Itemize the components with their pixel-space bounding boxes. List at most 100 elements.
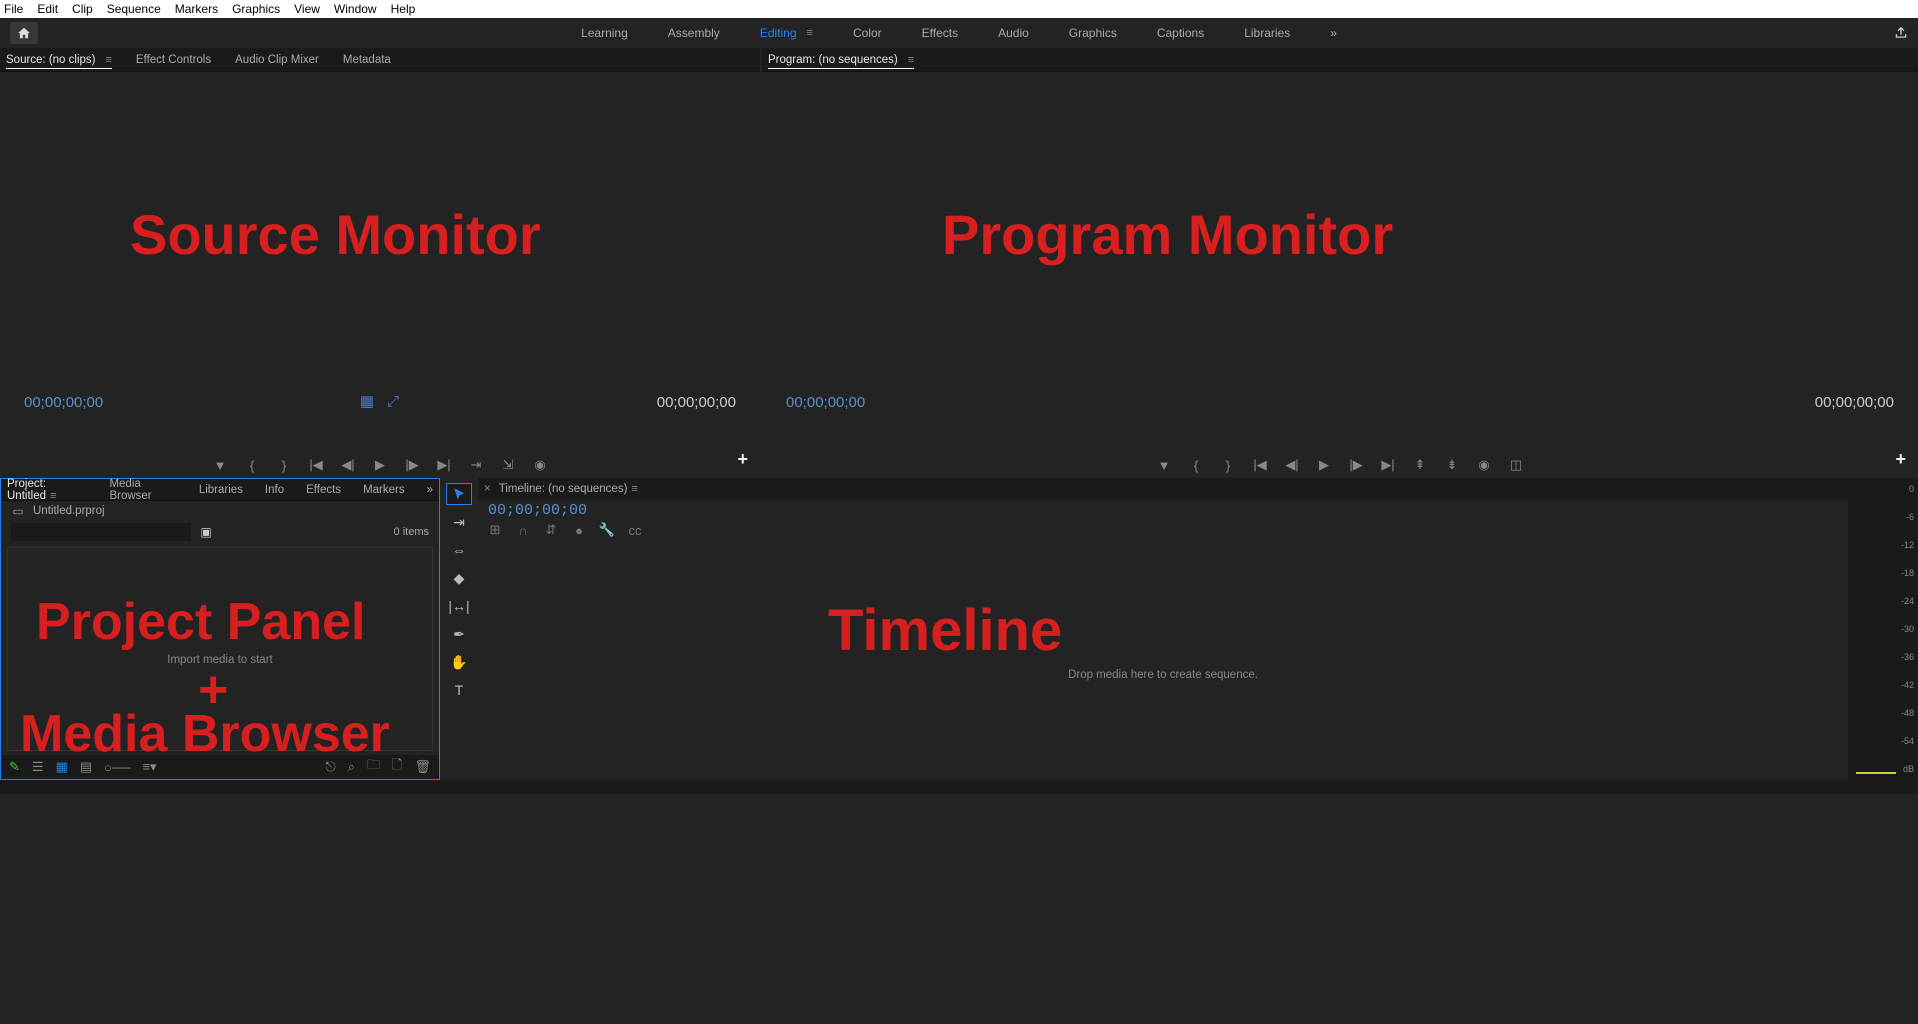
menu-view[interactable]: View (294, 2, 320, 16)
p-lift-icon[interactable]: ⇞ (1413, 458, 1427, 472)
p-play-icon[interactable]: ▶ (1317, 458, 1331, 472)
workspace-overflow[interactable]: » (1330, 26, 1337, 40)
source-settings-icon[interactable]: ▦ (360, 394, 374, 408)
tl-settings-icon[interactable]: 🔧 (600, 523, 614, 537)
selection-tool[interactable] (447, 484, 471, 504)
program-add-button[interactable]: + (1895, 449, 1906, 470)
p-compare-icon[interactable]: ◫ (1509, 458, 1523, 472)
project-search-input[interactable] (11, 523, 191, 541)
p-mark-out-icon[interactable]: } (1221, 458, 1235, 472)
bin-icon: ▭ (11, 504, 25, 518)
tl-linked-sel-icon[interactable]: ⇵ (544, 523, 558, 537)
add-marker-icon[interactable]: ▼ (213, 458, 227, 472)
menu-markers[interactable]: Markers (175, 2, 218, 16)
annotation-timeline: Timeline (828, 597, 1062, 664)
new-item-icon[interactable]: 🗋 (392, 756, 402, 778)
workspace-effects[interactable]: Effects (922, 26, 958, 40)
mark-in-icon[interactable]: { (245, 458, 259, 472)
tab-source[interactable]: Source: (no clips) (6, 54, 112, 69)
workspace-libraries[interactable]: Libraries (1244, 26, 1290, 40)
tl-snap-icon[interactable]: ∩ (516, 523, 530, 537)
timeline-timecode[interactable]: 00;00;00;00 (478, 500, 1848, 521)
tab-metadata[interactable]: Metadata (343, 54, 391, 66)
workspace-audio[interactable]: Audio (998, 26, 1029, 40)
tab-effect-controls[interactable]: Effect Controls (136, 54, 211, 66)
timeline-drop-hint: Drop media here to create sequence. (478, 669, 1848, 681)
track-select-tool[interactable]: ⇥ (447, 512, 471, 532)
tl-marker-icon[interactable]: ● (572, 523, 586, 537)
meter-tick: dB (1901, 764, 1914, 774)
workspace-graphics[interactable]: Graphics (1069, 26, 1117, 40)
project-writable-icon[interactable]: ✎ (9, 759, 20, 775)
source-add-button[interactable]: + (737, 449, 748, 470)
meter-tick: -48 (1901, 708, 1914, 718)
tab-program[interactable]: Program: (no sequences) (768, 54, 914, 69)
ripple-edit-tool[interactable]: ⇔ (447, 540, 471, 560)
overwrite-icon[interactable]: ⇲ (501, 458, 515, 472)
project-tabs: Project: Untitled Media Browser Librarie… (1, 479, 439, 501)
p-mark-in-icon[interactable]: { (1189, 458, 1203, 472)
menu-graphics[interactable]: Graphics (232, 2, 280, 16)
go-to-out-icon[interactable]: ▶| (437, 458, 451, 472)
home-button[interactable] (10, 22, 38, 44)
project-body[interactable]: Project Panel Import media to start + Me… (7, 547, 433, 751)
razor-tool[interactable]: ◆ (447, 568, 471, 588)
tl-seq-nest-icon[interactable]: ⊞ (488, 523, 502, 537)
workspace-learning[interactable]: Learning (581, 26, 628, 40)
hand-tool[interactable]: ✋ (447, 652, 471, 672)
menu-window[interactable]: Window (334, 2, 377, 16)
program-monitor-body: Program Monitor 00;00;00;00 00;00;00;00 … (762, 72, 1918, 478)
tab-libraries[interactable]: Libraries (199, 484, 243, 496)
menu-sequence[interactable]: Sequence (107, 2, 161, 16)
p-go-to-in-icon[interactable]: |◀ (1253, 458, 1267, 472)
p-add-marker-icon[interactable]: ▼ (1157, 458, 1171, 472)
go-to-in-icon[interactable]: |◀ (309, 458, 323, 472)
project-file-row: ▭ Untitled.prproj (1, 501, 439, 521)
project-tabs-overflow[interactable]: » (427, 484, 433, 496)
timeline-body[interactable]: Timeline Drop media here to create seque… (478, 539, 1848, 780)
new-bin-from-search-icon[interactable]: ▣ (199, 525, 213, 539)
program-tc-left[interactable]: 00;00;00;00 (786, 394, 865, 411)
tab-timeline[interactable]: Timeline: (no sequences) (499, 483, 638, 495)
workspace-assembly[interactable]: Assembly (668, 26, 720, 40)
p-go-to-out-icon[interactable]: ▶| (1381, 458, 1395, 472)
workspace-color[interactable]: Color (853, 26, 882, 40)
delete-icon[interactable]: 🗑 (414, 759, 431, 775)
share-icon[interactable] (1894, 26, 1908, 40)
insert-icon[interactable]: ⇥ (469, 458, 483, 472)
export-frame-icon[interactable]: ◉ (533, 458, 547, 472)
tab-markers[interactable]: Markers (363, 484, 405, 496)
p-export-frame-icon[interactable]: ◉ (1477, 458, 1491, 472)
tab-effects[interactable]: Effects (306, 484, 341, 496)
tl-captions-icon[interactable]: cc (628, 523, 642, 537)
menu-edit[interactable]: Edit (37, 2, 58, 16)
tab-media-browser[interactable]: Media Browser (109, 478, 176, 502)
source-tabs: Source: (no clips) Effect Controls Audio… (0, 48, 760, 72)
timeline-panel: × Timeline: (no sequences) 00;00;00;00 ⊞… (478, 478, 1848, 780)
tab-project[interactable]: Project: Untitled (7, 478, 87, 502)
source-fit-icon[interactable]: ⤢ (386, 394, 400, 408)
play-icon[interactable]: ▶ (373, 458, 387, 472)
tab-info[interactable]: Info (265, 484, 284, 496)
mark-out-icon[interactable]: } (277, 458, 291, 472)
annotation-source-monitor: Source Monitor (130, 202, 541, 267)
menu-file[interactable]: File (4, 2, 23, 16)
type-tool[interactable]: T (447, 680, 471, 700)
timeline-header-tools: ⊞ ∩ ⇵ ● 🔧 cc (478, 521, 1848, 539)
p-extract-icon[interactable]: ⇟ (1445, 458, 1459, 472)
source-tc-left[interactable]: 00;00;00;00 (24, 394, 103, 411)
step-forward-icon[interactable]: |▶ (405, 458, 419, 472)
workspace-editing[interactable]: Editing (760, 26, 813, 40)
timeline-tabs: × Timeline: (no sequences) (478, 478, 1848, 500)
tab-audio-clip-mixer[interactable]: Audio Clip Mixer (235, 54, 319, 66)
menu-clip[interactable]: Clip (72, 2, 93, 16)
meter-tick: 0 (1901, 484, 1914, 494)
p-step-back-icon[interactable]: ◀| (1285, 458, 1299, 472)
menu-help[interactable]: Help (391, 2, 416, 16)
workspace-captions[interactable]: Captions (1157, 26, 1204, 40)
step-back-icon[interactable]: ◀| (341, 458, 355, 472)
source-monitor-body: Source Monitor 00;00;00;00 ▦ ⤢ 00;00;00;… (0, 72, 760, 478)
p-step-forward-icon[interactable]: |▶ (1349, 458, 1363, 472)
slip-tool[interactable]: |↔| (447, 596, 471, 616)
pen-tool[interactable]: ✒ (447, 624, 471, 644)
